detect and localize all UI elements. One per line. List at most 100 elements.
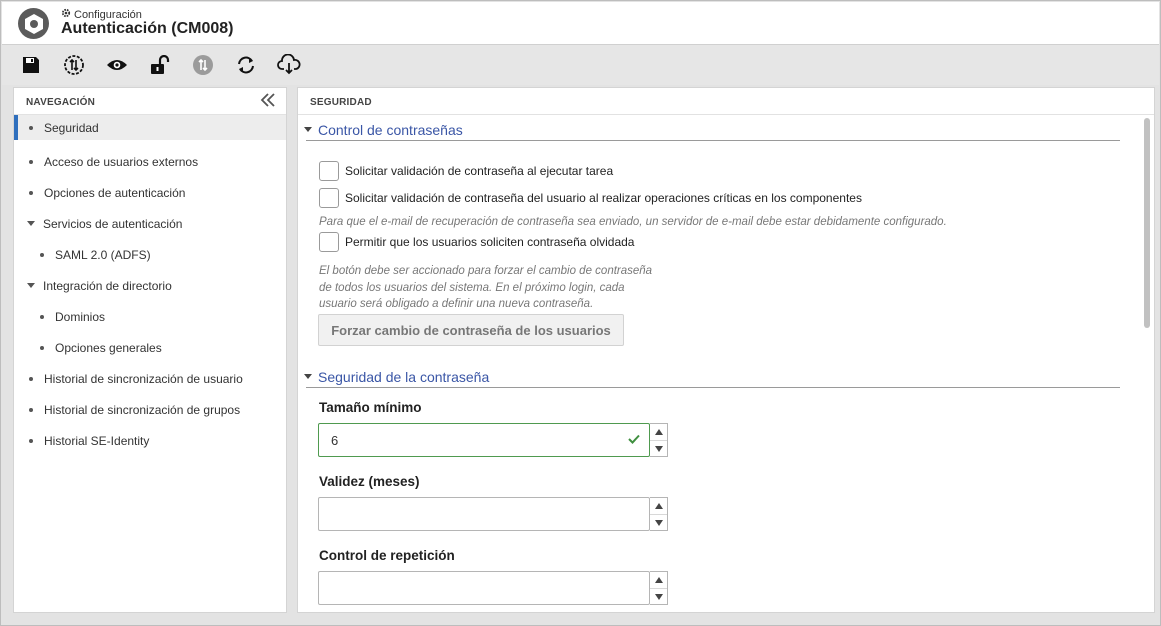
bullet-icon [29,438,33,443]
increment-button[interactable] [650,498,667,514]
caret-down-icon[interactable] [27,221,35,226]
nav-item-historial-sync-usuario[interactable]: Historial de sincronización de usuario [14,363,286,394]
nav-item-dominios[interactable]: Dominios [14,301,286,332]
settings-hex-icon [18,8,49,39]
min-size-input[interactable] [318,423,650,457]
section-password-security[interactable]: Seguridad de la contraseña [304,366,1120,388]
validate-critical-checkbox[interactable] [319,188,339,208]
bullet-icon [29,190,33,195]
min-size-stepper [650,423,668,457]
nav-item-opciones-autenticacion[interactable]: Opciones de autenticación [14,177,286,208]
section-title: Seguridad de la contraseña [318,369,490,385]
hint-line: usuario será obligado a definir una nuev… [319,298,594,310]
bullet-icon [40,252,44,257]
nav-item-label: Opciones generales [55,340,162,355]
arrow-up-icon [654,503,663,509]
increment-button[interactable] [650,424,667,440]
bullet-icon [29,376,33,381]
forgot-password-checkbox[interactable] [319,232,339,252]
check-row-validate-critical[interactable]: Solicitar validación de contraseña del u… [319,188,862,208]
bullet-icon [29,125,33,130]
app-window: Configuración Autenticación (CM008) NAVE… [0,0,1161,626]
navigation-list: Seguridad Acceso de usuarios externos Op… [14,115,286,456]
sync-disabled-button[interactable] [191,53,215,77]
validate-task-checkbox[interactable] [319,161,339,181]
bullet-icon [40,345,44,350]
caret-down-icon[interactable] [27,283,35,288]
breadcrumb-label[interactable]: Configuración [74,9,142,21]
sync-button[interactable] [62,53,86,77]
check-row-validate-task[interactable]: Solicitar validación de contraseña al ej… [319,161,613,181]
hint-line: de todos los usuarios del sistema. En el… [319,281,625,294]
validity-stepper [650,497,668,531]
content-title: SEGURIDAD [310,97,372,108]
decrement-button[interactable] [650,514,667,530]
section-title: Control de contraseñas [318,122,463,138]
increment-button[interactable] [650,572,667,588]
repetition-field [318,571,668,605]
validity-input[interactable] [318,497,650,531]
double-chevron-left-icon [260,93,275,107]
arrow-up-icon [654,577,663,583]
cloud-download-icon [277,54,301,75]
view-button[interactable] [105,53,129,77]
nav-item-label: Opciones de autenticación [44,185,186,200]
caret-down-icon [304,374,312,379]
arrow-up-icon [654,429,663,435]
nav-item-label: Integración de directorio [43,278,172,293]
nav-item-historial-se-identity[interactable]: Historial SE-Identity [14,425,286,456]
bullet-icon [29,407,33,412]
checkbox-label: Solicitar validación de contraseña del u… [345,191,862,205]
force-change-hint: El botón debe ser accionado para forzar … [319,263,652,313]
refresh-button[interactable] [234,53,258,77]
nav-item-label: Historial de sincronización de usuario [44,371,243,386]
repetition-input[interactable] [318,571,650,605]
nav-item-label: Acceso de usuarios externos [44,154,199,169]
nav-item-label: Historial de sincronización de grupos [44,402,241,417]
eye-icon [107,60,127,70]
nav-item-historial-sync-grupos[interactable]: Historial de sincronización de grupos [14,394,286,425]
content-header: SEGURIDAD [298,88,1154,115]
nav-item-servicios-autenticacion[interactable]: Servicios de autenticación [14,208,286,239]
bullet-icon [29,159,33,164]
nav-item-label: Dominios [55,309,106,324]
save-button[interactable] [19,53,43,77]
floppy-disk-icon [23,57,39,73]
nav-item-seguridad[interactable]: Seguridad [14,115,286,140]
vertical-scrollbar[interactable] [1142,118,1150,612]
refresh-icon [238,56,254,74]
email-hint: Para que el e-mail de recuperación de co… [319,216,947,228]
content-panel: SEGURIDAD Control de contraseñas Solicit… [297,87,1155,613]
checkbox-label: Solicitar validación de contraseña al ej… [345,164,614,178]
decrement-button[interactable] [650,588,667,604]
hint-line: El botón debe ser accionado para forzar … [319,265,653,277]
unlock-button[interactable] [148,53,172,77]
nav-item-opciones-generales[interactable]: Opciones generales [14,332,286,363]
scrollbar-thumb[interactable] [1144,118,1150,328]
navigation-header: NAVEGACIÓN [14,88,286,115]
sync-circle-icon [64,55,84,75]
section-password-control[interactable]: Control de contraseñas [304,119,1120,141]
min-size-field [318,423,668,457]
check-row-forgot-password[interactable]: Permitir que los usuarios soliciten cont… [319,232,634,252]
collapse-panel-button[interactable] [259,91,277,109]
arrow-down-icon [654,445,663,452]
decrement-button[interactable] [650,440,667,456]
validity-label: Validez (meses) [319,474,420,489]
nav-item-acceso-usuarios-externos[interactable]: Acceso de usuarios externos [14,146,286,177]
nav-item-integracion-directorio[interactable]: Integración de directorio [14,270,286,301]
checkbox-label: Permitir que los usuarios soliciten cont… [345,235,635,249]
arrow-down-icon [654,519,663,526]
nav-item-saml[interactable]: SAML 2.0 (ADFS) [14,239,286,270]
caret-down-icon [304,127,312,132]
min-size-label: Tamaño mínimo [319,400,422,415]
nav-item-label: Servicios de autenticación [43,216,183,231]
page-title: Autenticación (CM008) [61,20,234,37]
navigation-title: NAVEGACIÓN [26,97,96,108]
sync-disabled-icon [193,55,213,75]
arrow-down-icon [654,593,663,600]
nav-item-label: SAML 2.0 (ADFS) [55,247,151,262]
force-password-change-button[interactable]: Forzar cambio de contraseña de los usuar… [318,314,624,346]
check-icon [628,434,640,444]
cloud-download-button[interactable] [277,53,301,77]
